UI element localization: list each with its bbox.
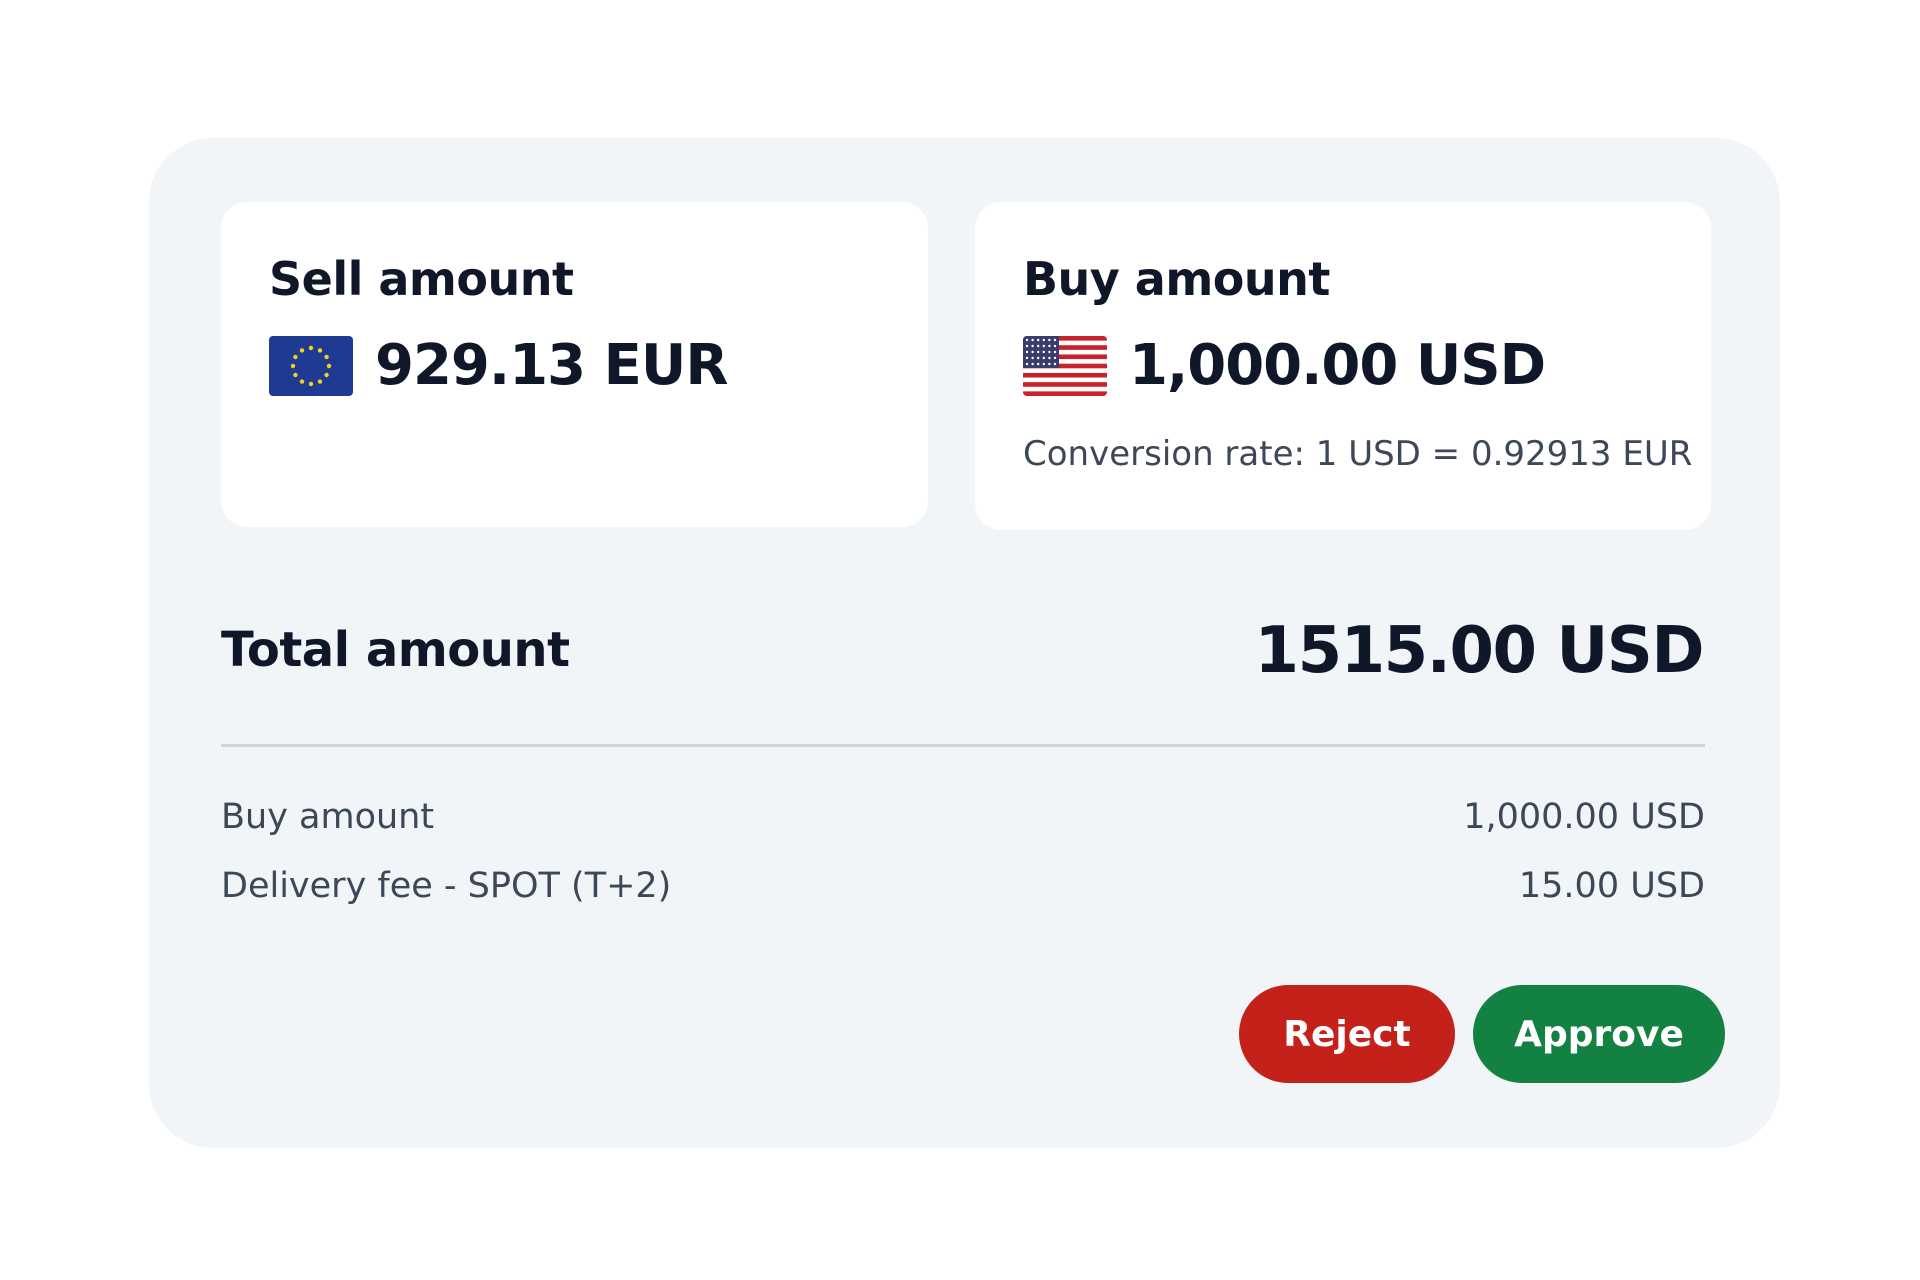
sell-amount-row: 929.13 EUR — [269, 333, 728, 398]
sell-amount-card: Sell amount 929.13 EUR — [221, 202, 928, 527]
approve-button[interactable]: Approve — [1473, 985, 1725, 1083]
line-item-buy-amount: Buy amount 1,000.00 USD — [221, 797, 1705, 837]
line-item-label: Delivery fee - SPOT (T+2) — [221, 866, 672, 906]
line-item-label: Buy amount — [221, 797, 435, 837]
sell-amount-value: 929.13 EUR — [375, 333, 728, 398]
conversion-rate-text: Conversion rate: 1 USD = 0.92913 EUR — [1023, 434, 1693, 474]
buy-amount-value: 1,000.00 USD — [1129, 333, 1546, 398]
buy-amount-row: 1,000.00 USD — [1023, 333, 1546, 398]
buy-amount-title: Buy amount — [1023, 252, 1330, 306]
sell-amount-title: Sell amount — [269, 252, 574, 306]
reject-button[interactable]: Reject — [1239, 985, 1455, 1083]
eu-flag-icon — [269, 336, 353, 396]
us-flag-icon — [1023, 336, 1107, 396]
line-item-delivery-fee: Delivery fee - SPOT (T+2) 15.00 USD — [221, 866, 1705, 906]
line-item-value: 1,000.00 USD — [1463, 797, 1705, 837]
line-item-value: 15.00 USD — [1518, 866, 1705, 906]
total-amount-value: 1515.00 USD — [1254, 614, 1705, 688]
summary-divider — [221, 744, 1705, 747]
buy-amount-card: Buy amount 1,000.00 USD Conversion rate:… — [975, 202, 1711, 530]
total-amount-label: Total amount — [221, 622, 570, 678]
fx-trade-summary-panel: Sell amount 929.13 EUR Buy amount 1,000.… — [149, 138, 1780, 1148]
